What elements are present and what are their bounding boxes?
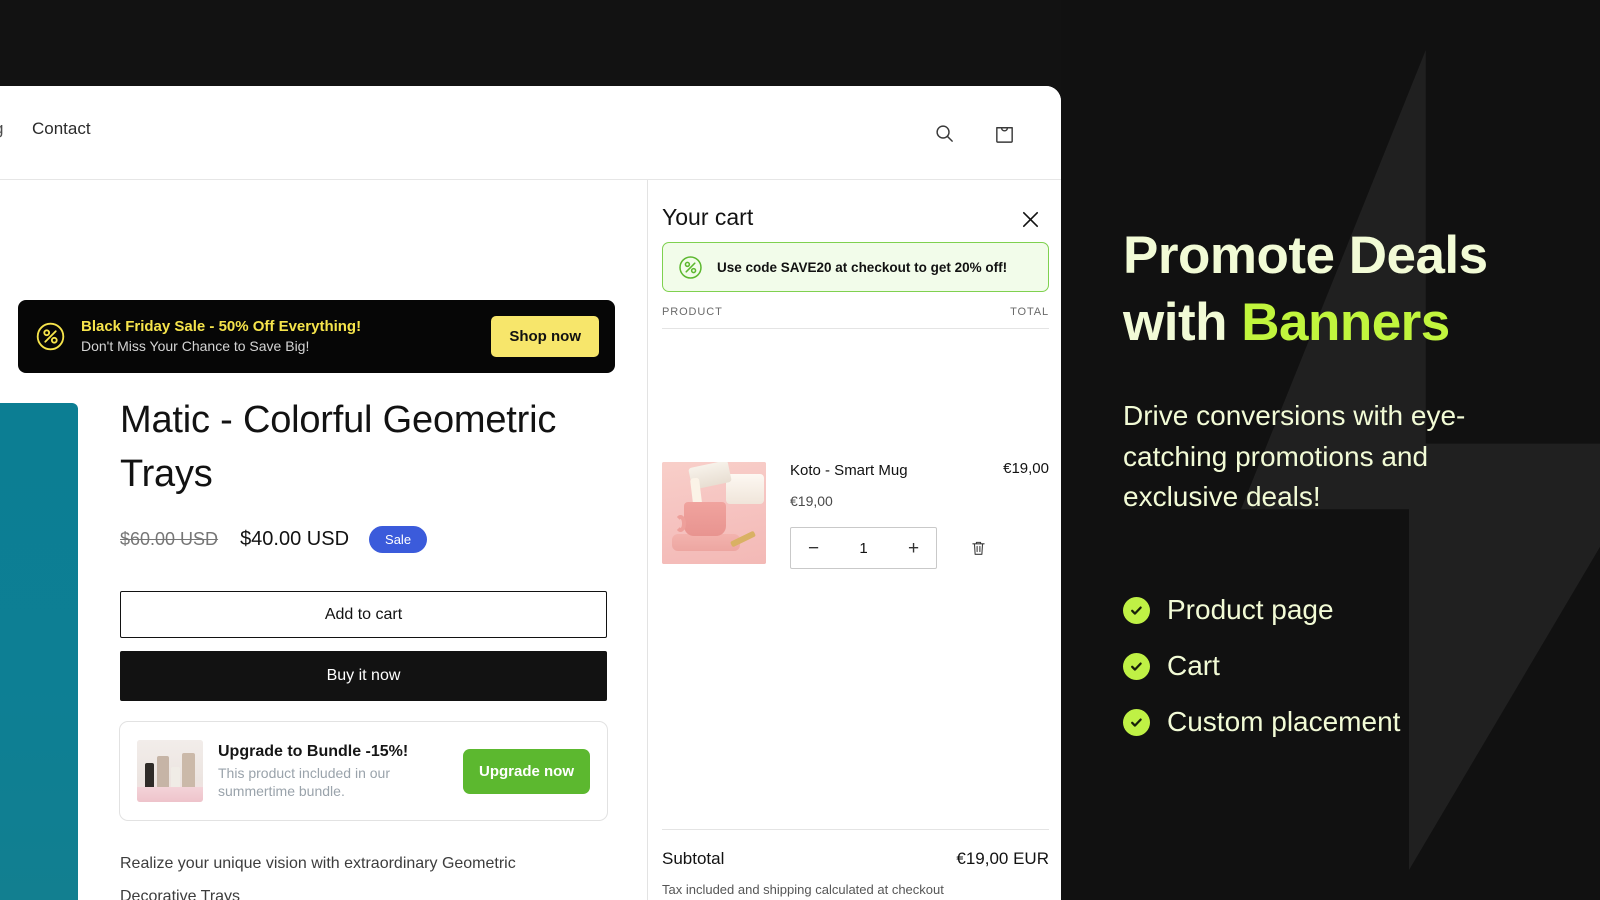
marketing-title-line2: with Banners [1123,289,1583,356]
check-circle-icon [1123,708,1150,736]
tax-note: Tax included and shipping calculated at … [662,882,944,897]
screenshot-root: Promote Deals with Banners Drive convers… [0,0,1600,900]
cart-header-rule [662,328,1049,329]
discount-code-banner: Use code SAVE20 at checkout to get 20% o… [662,242,1049,292]
list-item: Custom placement [1123,704,1583,740]
marketing-panel: Promote Deals with Banners Drive convers… [1061,0,1600,900]
quantity-increase-button[interactable]: + [891,528,936,568]
bundle-thumbnail [137,740,203,802]
subtotal-row: Subtotal €19,00 EUR [662,849,1049,869]
product-thumbnail[interactable] [662,462,766,564]
cart-footer-rule [662,829,1049,830]
black-friday-banner: Black Friday Sale - 50% Off Everything! … [18,300,615,373]
feature-label: Custom placement [1167,706,1401,737]
banner-title: Black Friday Sale - 50% Off Everything! [81,317,362,335]
product-price: $40.00 USD [240,528,350,550]
list-item: Product page [1123,592,1583,628]
add-to-cart-button[interactable]: Add to cart [120,591,607,638]
marketing-title-line1: Promote Deals [1123,226,1488,285]
cart-line-item: €19,00 Koto - Smart Mug €19,00 − 1 + [662,460,1049,569]
quantity-value: 1 [859,539,868,557]
marketing-subtitle: Drive conversions with eye-catching prom… [1123,400,1466,513]
banner-subtitle: Don't Miss Your Chance to Save Big! [81,338,310,355]
check-circle-icon [1123,596,1150,624]
feature-label: Product page [1167,594,1334,625]
cart-title: Your cart [662,204,754,230]
marketing-feature-list: Product page Cart Custom placement [1123,592,1583,760]
subtotal-value: €19,00 EUR [956,849,1049,868]
site-header: g Contact [0,86,1061,179]
close-x-icon[interactable] [1015,204,1045,234]
gallery-image-top [0,403,78,900]
nav-item-contact[interactable]: Contact [32,119,91,139]
column-header-product: PRODUCT [662,306,723,318]
bundle-subtitle: This product included in our summertime … [218,764,390,799]
trash-icon[interactable] [965,535,991,561]
upgrade-now-button[interactable]: Upgrade now [462,748,590,794]
status-badge: Sale [369,526,428,553]
marketing-title-highlight: Banners [1241,293,1450,353]
compare-at-price: $60.00 USD [120,529,219,549]
product-column: Black Friday Sale - 50% Off Everything! … [0,180,647,900]
shopping-bag-icon[interactable] [989,118,1019,148]
column-header-total: TOTAL [1010,306,1049,318]
discount-banner-text: Use code SAVE20 at checkout to get 20% o… [717,259,1008,275]
list-item: Cart [1123,648,1583,684]
search-icon[interactable] [929,118,959,148]
price-row: $60.00 USD $40.00 USD Sale [120,526,428,553]
product-gallery-image[interactable] [0,403,78,900]
line-item-total: €19,00 [1003,460,1049,477]
page-title: Matic - Colorful Geometric Trays [120,399,557,495]
bundle-title: Upgrade to Bundle -15%! [218,742,409,760]
check-circle-icon [1123,652,1150,680]
storefront-window: g Contact [0,86,1061,900]
line-item-unit-price: €19,00 [790,493,833,509]
cart-drawer: Your cart Use code SAVE20 at checkout to… [648,180,1061,900]
subtotal-label: Subtotal [662,849,725,868]
feature-label: Cart [1167,650,1220,681]
cart-column-headers: PRODUCT TOTAL [662,306,1049,318]
shop-now-button[interactable]: Shop now [491,316,599,357]
bundle-upsell-card: Upgrade to Bundle -15%! This product inc… [119,721,608,821]
percent-circle-icon [34,320,67,353]
product-description: Realize your unique vision with extraord… [120,855,516,900]
quantity-stepper[interactable]: − 1 + [790,527,937,569]
quantity-decrease-button[interactable]: − [791,528,836,568]
buy-it-now-button[interactable]: Buy it now [120,651,607,701]
percent-circle-icon [677,254,704,281]
marketing-title: Promote Deals with Banners [1123,222,1583,357]
marketing-title-prefix: with [1123,293,1242,353]
nav-item-truncated[interactable]: g [0,119,3,139]
